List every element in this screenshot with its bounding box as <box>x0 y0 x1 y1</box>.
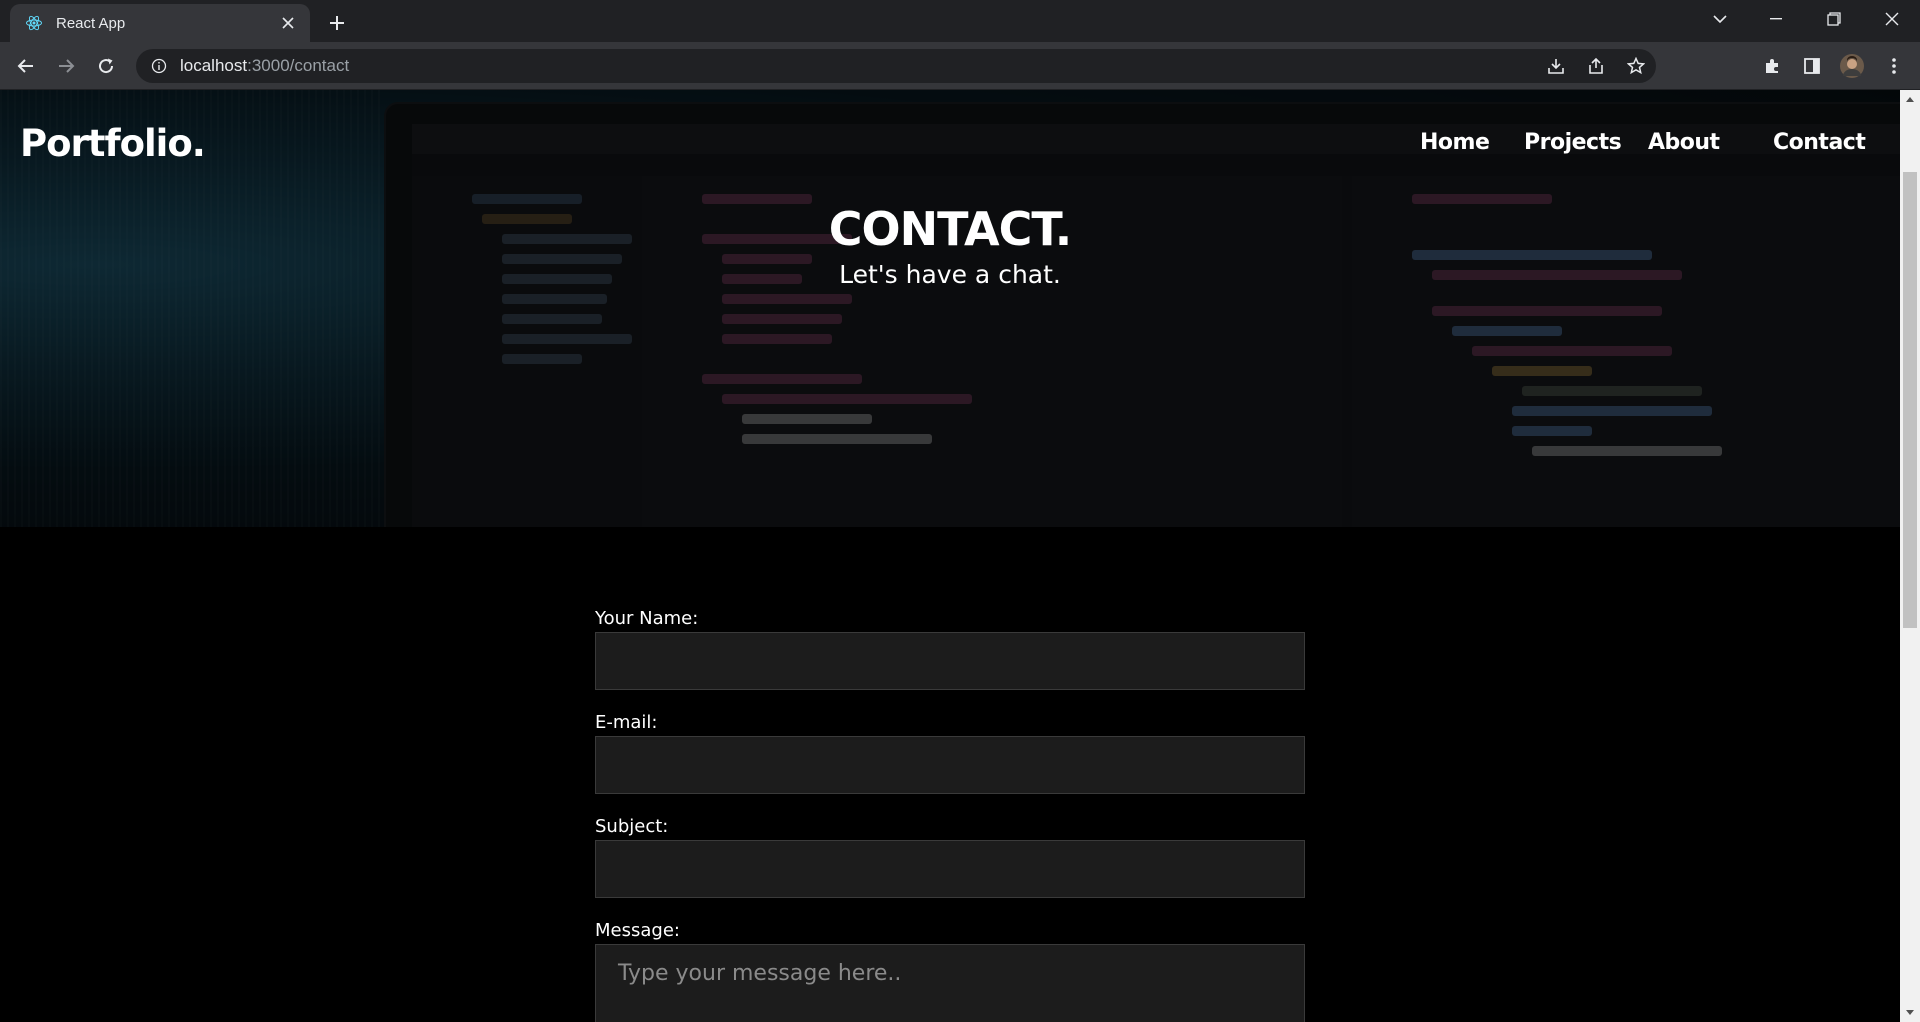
nav-home[interactable]: Home <box>1420 130 1490 155</box>
side-panel-icon[interactable] <box>1796 50 1828 82</box>
subject-input[interactable] <box>595 840 1305 898</box>
page-scrollbar[interactable] <box>1900 90 1920 1022</box>
kebab-menu-icon[interactable] <box>1878 50 1910 82</box>
message-textarea[interactable] <box>595 944 1305 1022</box>
nav-about[interactable]: About <box>1648 130 1720 155</box>
restore-button[interactable] <box>1806 0 1862 38</box>
email-input[interactable] <box>595 736 1305 794</box>
page-viewport: Portfolio. Home Projects About Contact C… <box>0 90 1900 1022</box>
info-icon[interactable] <box>150 57 168 75</box>
close-window-button[interactable] <box>1864 0 1920 38</box>
star-icon[interactable] <box>1616 49 1656 83</box>
browser-tab[interactable]: React App <box>10 4 310 42</box>
avatar[interactable] <box>1836 50 1868 82</box>
nav-contact[interactable]: Contact <box>1773 130 1866 155</box>
browser-tab-strip: React App <box>0 0 1920 42</box>
nav-projects[interactable]: Projects <box>1524 130 1622 155</box>
site-logo[interactable]: Portfolio. <box>20 122 206 165</box>
subject-label: Subject: <box>595 816 669 837</box>
hero-banner: Portfolio. Home Projects About Contact C… <box>0 90 1900 527</box>
scroll-up-arrow-icon[interactable] <box>1900 90 1920 108</box>
minimize-button[interactable] <box>1748 0 1804 38</box>
install-app-icon[interactable] <box>1536 49 1576 83</box>
forward-button[interactable] <box>50 50 82 82</box>
url-host: localhost <box>180 56 248 75</box>
share-icon[interactable] <box>1576 49 1616 83</box>
reload-button[interactable] <box>90 50 122 82</box>
address-bar[interactable]: localhost:3000/contact <box>136 49 1656 83</box>
browser-toolbar: localhost:3000/contact <box>0 42 1920 90</box>
omnibox-actions <box>1536 49 1656 83</box>
tab-title: React App <box>56 14 126 32</box>
scroll-down-arrow-icon[interactable] <box>1900 1004 1920 1022</box>
tab-search-button[interactable] <box>1692 0 1748 38</box>
hero-dark-overlay <box>0 90 1900 527</box>
name-label: Your Name: <box>595 608 699 629</box>
close-tab-icon[interactable] <box>278 13 298 33</box>
message-label: Message: <box>595 920 680 941</box>
name-input[interactable] <box>595 632 1305 690</box>
puzzle-icon[interactable] <box>1756 50 1788 82</box>
url-path: :3000/contact <box>247 56 350 75</box>
page-subtitle: Let's have a chat. <box>839 260 1061 289</box>
email-label: E-mail: <box>595 712 658 733</box>
react-logo-icon <box>24 13 44 33</box>
scrollbar-thumb[interactable] <box>1903 172 1917 628</box>
back-button[interactable] <box>10 50 42 82</box>
new-tab-button[interactable] <box>322 8 352 38</box>
page-title: CONTACT. <box>828 202 1072 256</box>
